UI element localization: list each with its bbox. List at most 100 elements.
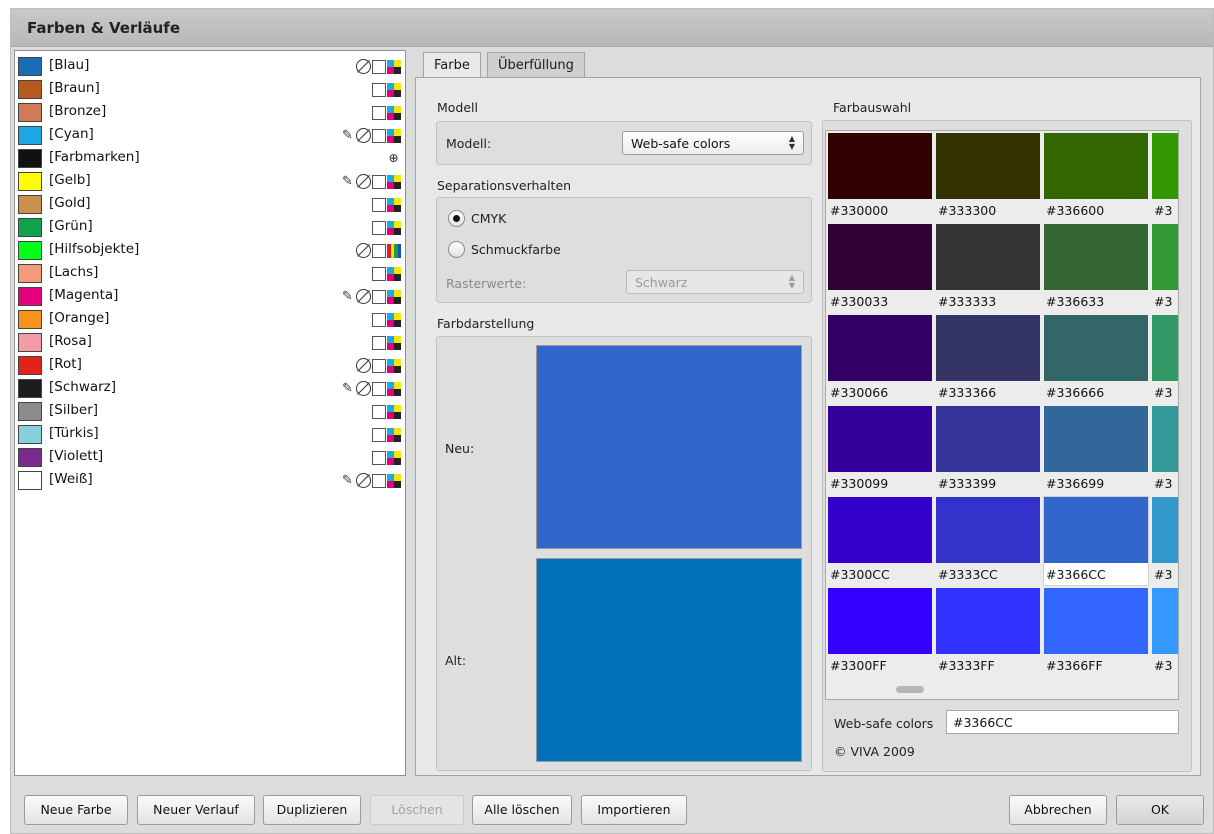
palette-color-cell[interactable]: #333300 [936, 133, 1040, 221]
color-list-item[interactable]: [Cyan] ✎ [15, 124, 405, 147]
palette-color-chip [936, 406, 1040, 472]
color-flags [372, 104, 401, 121]
display-section-title: Farbdarstellung [437, 316, 535, 331]
palette-hex-label: #336600 [1046, 203, 1105, 218]
palette-color-cell[interactable]: #3366CC [1043, 496, 1149, 586]
rasterwerte-select[interactable]: Schwarz ▲ ▼ [626, 270, 804, 294]
color-list-item[interactable]: [Grün] [15, 216, 405, 239]
color-name: [Rot] [49, 356, 82, 372]
modell-label: Modell: [446, 136, 492, 151]
color-list-item[interactable]: [Blau] [15, 55, 405, 78]
cmyk-process-icon [387, 266, 401, 281]
palette-color-cell[interactable]: #3300CC [828, 497, 932, 585]
palette-color-cell[interactable]: #3 [1152, 588, 1178, 676]
tab-farbe[interactable]: Farbe [423, 52, 481, 78]
palette-color-cell[interactable]: #3300FF [828, 588, 932, 676]
palette-color-chip [936, 133, 1040, 199]
color-name: [Silber] [49, 402, 99, 418]
cmyk-process-icon [387, 450, 401, 465]
palette-color-cell[interactable]: #330066 [828, 315, 932, 403]
radio-schmuckfarbe[interactable] [448, 241, 465, 258]
import-button[interactable]: Importieren [581, 795, 687, 825]
color-list-item[interactable]: [Bronze] [15, 101, 405, 124]
duplicate-button[interactable]: Duplizieren [263, 795, 361, 825]
color-list-item[interactable]: [Orange] [15, 308, 405, 331]
color-flags [372, 265, 401, 282]
palette-color-chip [828, 406, 932, 472]
spot-color-icon [372, 128, 386, 143]
hex-value-field[interactable]: #3366CC [946, 710, 1179, 734]
palette-color-cell[interactable]: #3 [1152, 406, 1178, 494]
palette-hex-label: #336699 [1046, 476, 1105, 491]
color-list[interactable]: [Blau] [Braun] [Bronze] [Cyan] ✎ [Farbmarken]… [14, 50, 406, 776]
radio-cmyk[interactable] [448, 210, 465, 227]
ok-button[interactable]: OK [1116, 795, 1204, 825]
color-list-item[interactable]: [Rosa] [15, 331, 405, 354]
color-list-item[interactable]: [Schwarz] ✎ [15, 377, 405, 400]
rasterwerte-select-value: Schwarz [635, 275, 688, 290]
color-list-item[interactable]: [Hilfsobjekte] [15, 239, 405, 262]
color-name: [Orange] [49, 310, 110, 326]
radio-cmyk-label: CMYK [471, 211, 507, 226]
color-list-item[interactable]: [Braun] [15, 78, 405, 101]
new-color-button[interactable]: Neue Farbe [24, 795, 128, 825]
palette-color-cell[interactable]: #333333 [936, 224, 1040, 312]
new-color-preview [536, 345, 802, 549]
cmyk-process-icon [387, 174, 401, 189]
palette-color-cell[interactable]: #333366 [936, 315, 1040, 403]
modell-select-value: Web-safe colors [631, 136, 731, 151]
spot-color-icon [372, 197, 386, 212]
palette-color-cell[interactable]: #3333FF [936, 588, 1040, 676]
palette-color-cell[interactable]: #330099 [828, 406, 932, 494]
web-safe-palette[interactable]: #330000 #333300 #336600 #3 #330033 #333333 #33… [825, 130, 1179, 700]
modell-select[interactable]: Web-safe colors ▲ ▼ [622, 131, 804, 155]
palette-color-cell[interactable]: #336633 [1044, 224, 1148, 312]
palette-color-cell[interactable]: #3 [1152, 224, 1178, 312]
palette-color-chip [828, 133, 932, 199]
palette-hex-label: #3333CC [938, 567, 998, 582]
color-list-item[interactable]: [Violett] [15, 446, 405, 469]
palette-color-cell[interactable]: #3 [1152, 497, 1178, 585]
color-list-item[interactable]: [Gold] [15, 193, 405, 216]
cmyk-process-icon [387, 358, 401, 373]
nonprinting-pen-icon: ✎ [342, 128, 353, 143]
palette-hex-label: #3 [1154, 567, 1173, 582]
color-list-item[interactable]: [Silber] [15, 400, 405, 423]
palette-color-chip [1044, 588, 1148, 654]
delete-all-button[interactable]: Alle löschen [472, 795, 572, 825]
palette-color-cell[interactable]: #3 [1152, 133, 1178, 221]
tab-ueberfuellung[interactable]: Überfüllung [487, 52, 585, 78]
spot-color-icon [372, 174, 386, 189]
palette-hex-label: #333300 [938, 203, 997, 218]
color-swatch [18, 126, 42, 145]
cancel-button[interactable]: Abbrechen [1009, 795, 1107, 825]
palette-color-cell[interactable]: #330000 [828, 133, 932, 221]
palette-color-cell[interactable]: #3 [1152, 315, 1178, 403]
palette-color-chip [1152, 588, 1178, 654]
color-list-item[interactable]: [Gelb] ✎ [15, 170, 405, 193]
cmyk-process-icon [387, 289, 401, 304]
palette-color-chip [1152, 224, 1178, 290]
palette-color-cell[interactable]: #336699 [1044, 406, 1148, 494]
color-list-item[interactable]: [Weiß] ✎ [15, 469, 405, 492]
palette-model-caption: Web-safe colors [834, 716, 934, 731]
palette-color-cell[interactable]: #336600 [1044, 133, 1148, 221]
palette-color-cell[interactable]: #333399 [936, 406, 1040, 494]
color-list-item[interactable]: [Türkis] [15, 423, 405, 446]
delete-button[interactable]: Löschen [370, 795, 464, 825]
palette-scrollbar-thumb[interactable] [896, 686, 924, 693]
palette-color-cell[interactable]: #336666 [1044, 315, 1148, 403]
palette-color-cell[interactable]: #330033 [828, 224, 932, 312]
palette-color-cell[interactable]: #3366FF [1044, 588, 1148, 676]
new-gradient-button[interactable]: Neuer Verlauf [137, 795, 255, 825]
color-list-item[interactable]: [Farbmarken] ⊕ [15, 147, 405, 170]
color-list-item[interactable]: [Rot] [15, 354, 405, 377]
palette-color-chip [936, 224, 1040, 290]
palette-hex-label: #330000 [830, 203, 889, 218]
no-overprint-icon [356, 174, 371, 189]
color-list-item[interactable]: [Magenta] ✎ [15, 285, 405, 308]
color-list-item[interactable]: [Lachs] [15, 262, 405, 285]
palette-color-cell[interactable]: #3333CC [936, 497, 1040, 585]
palette-hex-label: #3 [1154, 476, 1173, 491]
spot-color-icon [372, 358, 386, 373]
